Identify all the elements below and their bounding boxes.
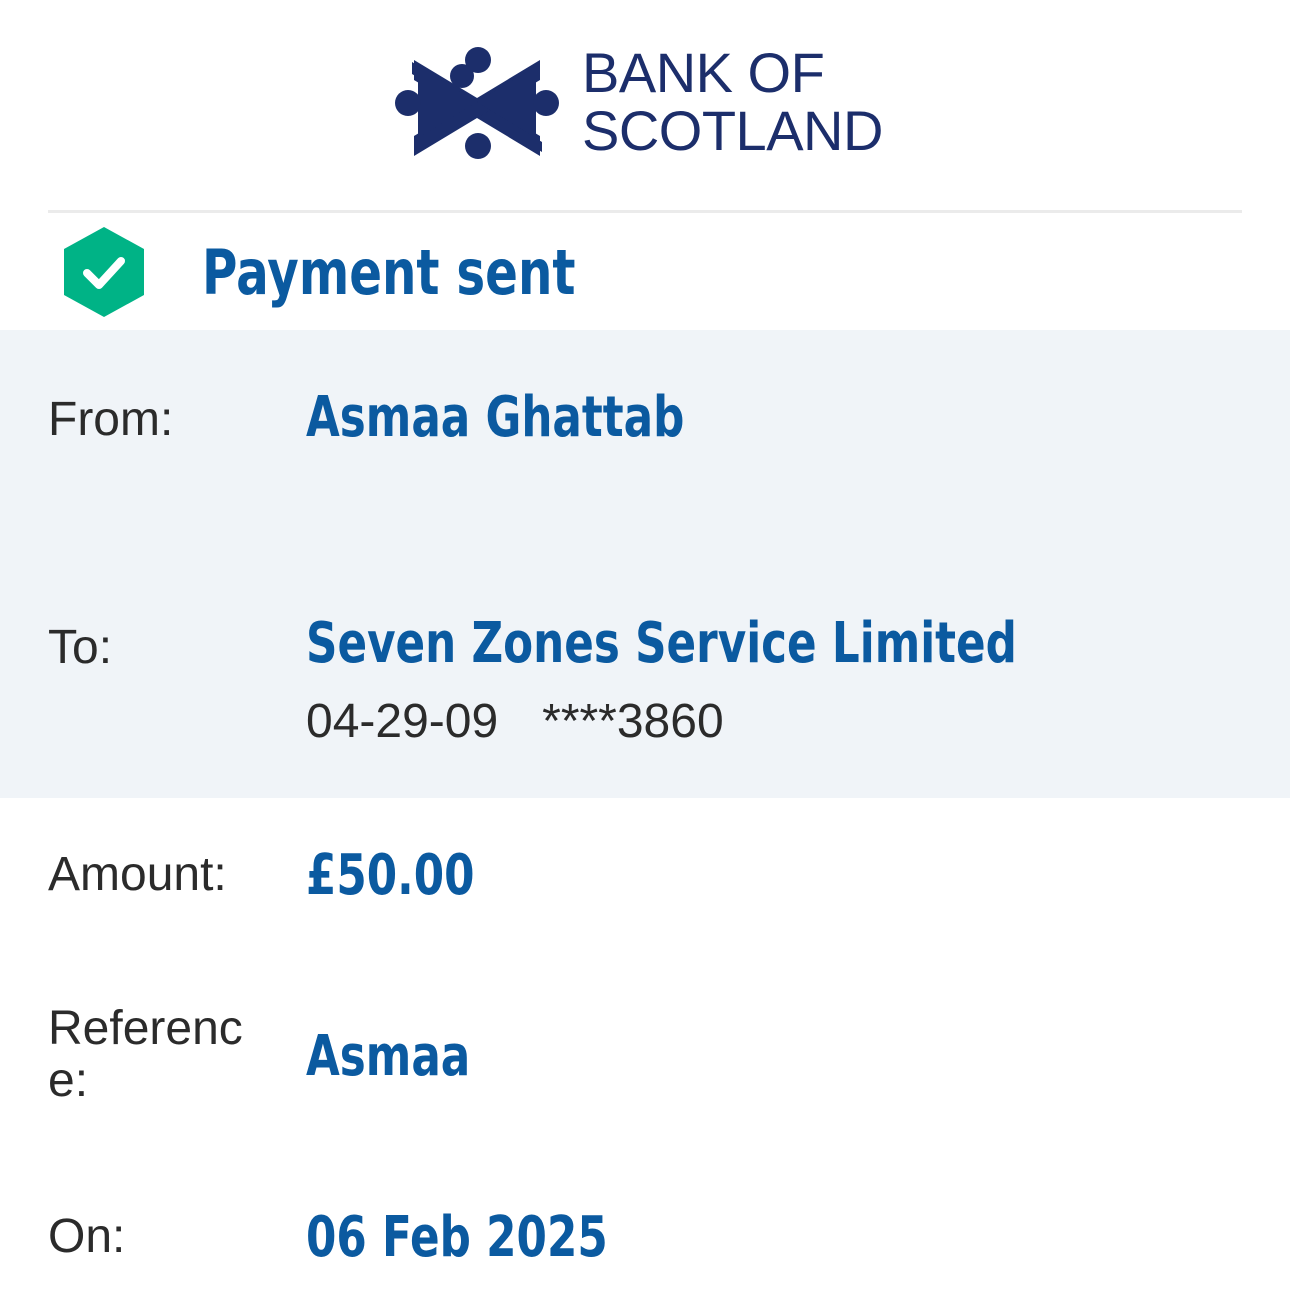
payment-status: Payment sent: [0, 213, 1290, 330]
date-value: 06 Feb 2025: [306, 1205, 608, 1270]
header: BANK OF SCOTLAND: [0, 0, 1290, 210]
date-label: On:: [48, 1210, 126, 1263]
bank-logo: BANK OF SCOTLAND: [392, 44, 902, 166]
to-label: To:: [48, 621, 113, 674]
sort-code: 04-29-09: [306, 695, 499, 748]
bank-name-line1: BANK OF: [582, 41, 825, 104]
amount-label: Amount:: [48, 848, 227, 901]
from-value: Asmaa Ghattab: [306, 385, 685, 450]
amount-value: £50.00: [306, 843, 475, 908]
bank-name-line2: SCOTLAND: [582, 99, 883, 162]
bank-name: BANK OF SCOTLAND: [582, 44, 883, 160]
saltire-logo-icon: [395, 47, 559, 159]
reference-label: Reference:: [48, 1002, 243, 1107]
from-label: From:: [48, 393, 174, 446]
check-hexagon-icon: [64, 227, 144, 317]
page-title: Payment sent: [202, 236, 576, 309]
to-account-details: 04-29-09 ****3860: [306, 696, 724, 748]
account-number: ****3860: [542, 695, 724, 748]
reference-value: Asmaa: [306, 1024, 471, 1089]
to-value: Seven Zones Service Limited: [306, 611, 1017, 676]
